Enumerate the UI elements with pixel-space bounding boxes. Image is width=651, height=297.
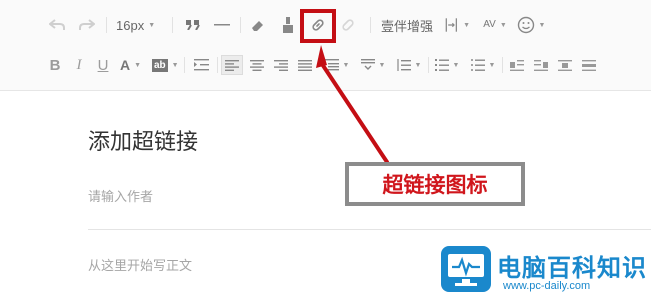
site-watermark: 电脑百科知识 www.pc-daily.com bbox=[437, 236, 651, 297]
watermark-url: www.pc-daily.com bbox=[503, 280, 591, 292]
watermark-title: 电脑百科知识 bbox=[497, 255, 647, 282]
annotation-label: 超链接图标 bbox=[349, 166, 521, 202]
site-logo bbox=[441, 246, 491, 292]
annotation-callout: 超链接图标 bbox=[345, 162, 525, 206]
